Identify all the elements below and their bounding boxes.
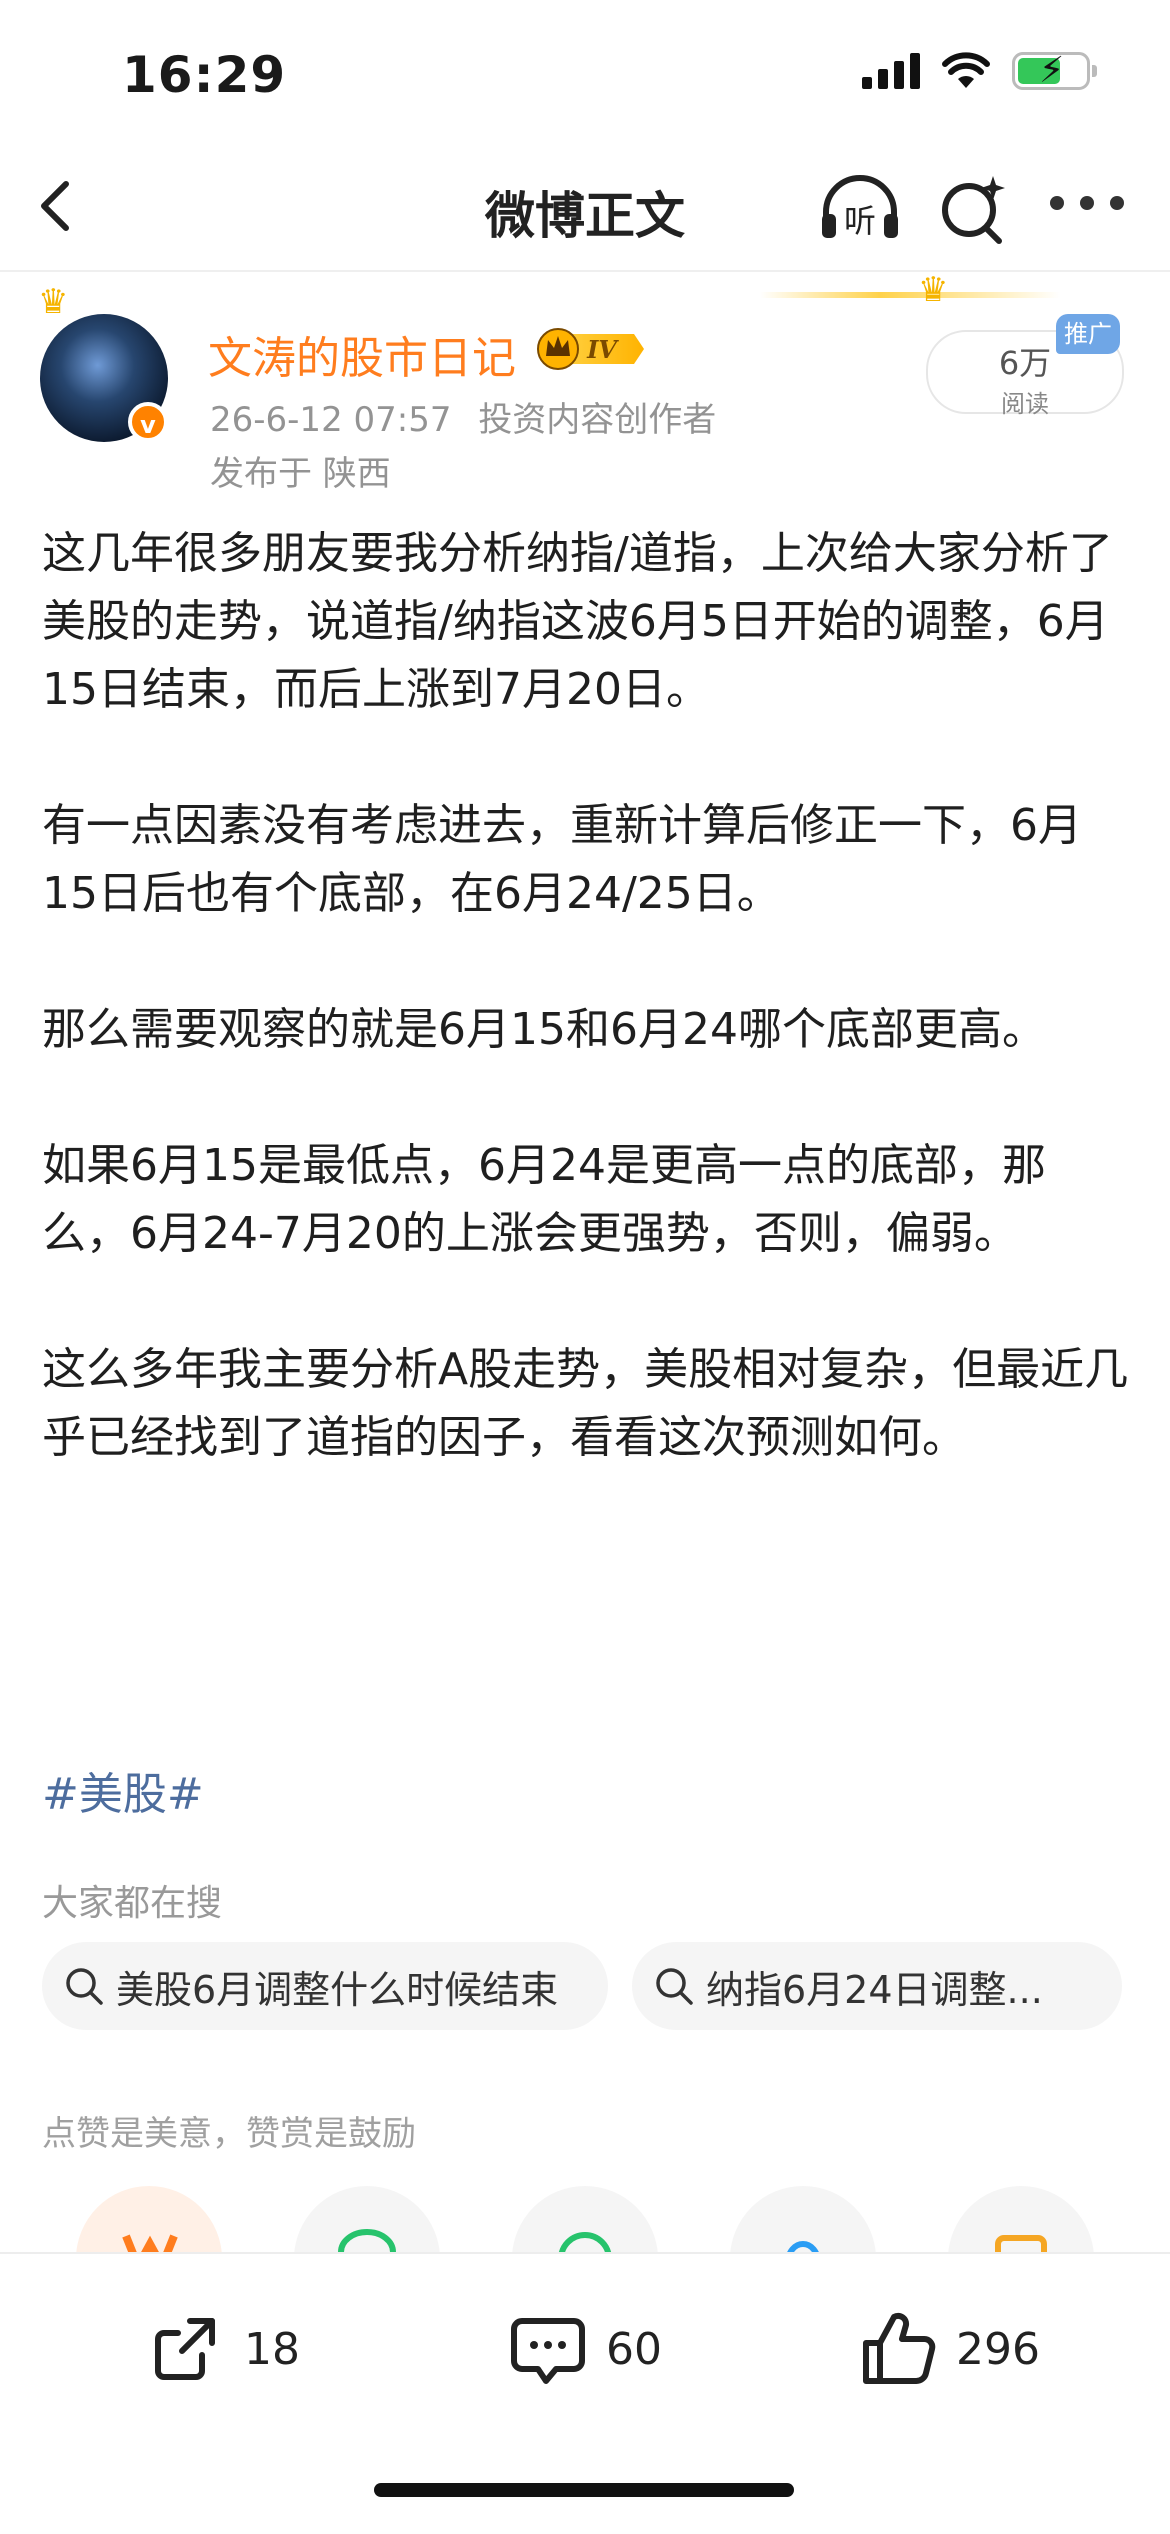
comment-icon [511, 2318, 585, 2384]
nav-bar: 微博正文 听 [0, 150, 1170, 272]
share-icon [155, 2318, 215, 2380]
avatar[interactable]: v [40, 314, 168, 442]
search-icon [66, 1968, 103, 2005]
crown-icon: ♛ [38, 282, 69, 322]
wifi-icon [942, 52, 990, 88]
battery-icon: ⚡ [1012, 51, 1097, 91]
verified-badge-icon: v [128, 402, 168, 442]
hot-search-text: 美股6月调整什么时候结束 [116, 1967, 559, 2012]
post-paragraph: 那么需要观察的就是6月15和6月24哪个底部更高。 [42, 1004, 1046, 1055]
vip-level-badge-icon: IV [537, 328, 644, 370]
more-icon[interactable] [1050, 196, 1130, 216]
reward-option-image[interactable] [948, 2186, 1094, 2252]
qq-icon [787, 2241, 819, 2252]
share-button[interactable]: 18 [146, 2304, 300, 2394]
reward-option-like[interactable] [76, 2186, 222, 2252]
promo-tag[interactable]: 推广 [1056, 314, 1120, 354]
post-paragraph: 这么多年我主要分析A股走势，美股相对复杂，但最近几乎已经找到了道指的因子，看看这… [42, 1344, 1129, 1463]
author-name[interactable]: 文涛的股市日记 [208, 322, 516, 386]
reward-option-wechat[interactable] [294, 2186, 440, 2252]
reward-option-qq[interactable] [730, 2186, 876, 2252]
comment-button[interactable]: 60 [508, 2304, 662, 2394]
crown-icon: ♛ [918, 270, 949, 310]
hot-search-heading: 大家都在搜 [42, 1883, 223, 1924]
reward-option-moments[interactable] [512, 2186, 658, 2252]
hashtag-link[interactable]: #美股# [42, 1758, 204, 1822]
read-label: 阅读 [1001, 390, 1049, 418]
post-location: 发布于 陕西 [210, 454, 391, 494]
thumbs-up-icon [863, 2312, 936, 2384]
like-count: 296 [956, 2323, 1040, 2375]
cellular-signal-icon [862, 53, 920, 89]
post-meta: 26-6-12 07:57 投资内容创作者 [210, 392, 716, 441]
action-bar: 18 60 296 [0, 2252, 1170, 2534]
search-icon [656, 1968, 693, 2005]
reward-heading: 点赞是美意，赞赏是鼓励 [42, 2114, 416, 2154]
post-paragraph: 这几年很多朋友要我分析纳指/道指，上次给大家分析了美股的走势，说道指/纳指这波6… [42, 528, 1113, 715]
listen-headphones-icon[interactable]: 听 [818, 172, 902, 244]
like-button[interactable]: 296 [858, 2304, 1040, 2394]
status-time: 16:29 [122, 46, 287, 104]
comment-count: 60 [606, 2323, 662, 2375]
post-paragraph: 如果6月15是最低点，6月24是更高一点的底部，那么，6月24-7月20的上涨会… [42, 1140, 1046, 1259]
listen-label: 听 [844, 202, 876, 240]
header-decoration-line [760, 292, 1060, 298]
author-role: 投资内容创作者 [478, 400, 717, 440]
home-indicator[interactable] [374, 2483, 794, 2497]
hot-search-chip[interactable]: 纳指6月24日调整... [632, 1942, 1122, 2030]
search-spark-icon[interactable] [935, 172, 1011, 248]
wechat-icon [338, 2229, 396, 2252]
moments-icon [558, 2232, 612, 2252]
status-icons: ⚡ [862, 51, 1097, 91]
reward-options [0, 2186, 1170, 2252]
vip-level-text: IV [586, 335, 619, 364]
status-bar: 16:29 ⚡ [0, 0, 1170, 150]
hot-search-chip[interactable]: 美股6月调整什么时候结束 [42, 1942, 608, 2030]
share-count: 18 [244, 2323, 300, 2375]
post-date: 26-6-12 07:57 [210, 400, 452, 440]
post-body: 这几年很多朋友要我分析纳指/道指，上次给大家分析了美股的走势，说道指/纳指这波6… [42, 520, 1132, 1540]
post-paragraph: 有一点因素没有考虑进去，重新计算后修正一下，6月15日后也有个底部，在6月24/… [42, 800, 1082, 919]
image-icon [995, 2235, 1047, 2252]
like-reward-icon [122, 2234, 178, 2252]
hot-search-text: 纳指6月24日调整... [706, 1967, 1043, 2012]
